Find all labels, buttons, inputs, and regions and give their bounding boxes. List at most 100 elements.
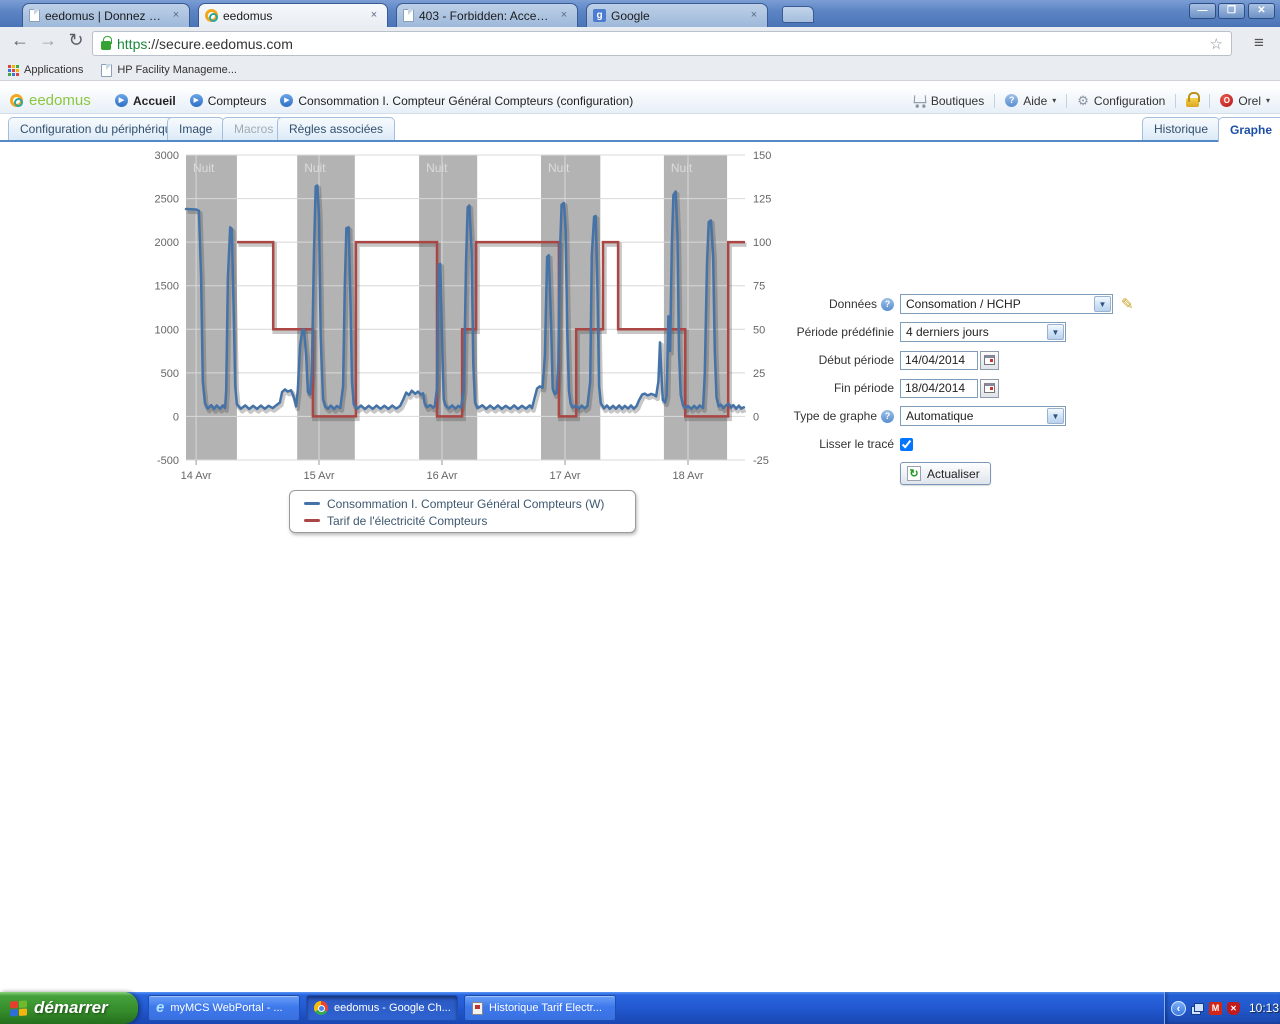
breadcrumb-device[interactable]: ▶ Consommation I. Compteur Général Compt… — [280, 94, 633, 108]
help-icon[interactable]: ? — [881, 298, 894, 311]
periode-select[interactable]: 4 derniers jours ▼ — [900, 322, 1066, 342]
svg-text:0: 0 — [753, 411, 759, 423]
debut-label: Début période — [788, 353, 894, 367]
eedomus-header: eedomus ▶ Accueil ▶ Compteurs ▶ Consomma… — [0, 88, 1280, 114]
legend-swatch-red — [304, 519, 320, 522]
tab-close-icon[interactable]: × — [747, 9, 761, 23]
forward-button[interactable]: → — [36, 30, 60, 51]
row-fin: Fin période — [788, 378, 1158, 398]
new-tab-button[interactable] — [782, 6, 814, 23]
close-window-button[interactable]: ✕ — [1248, 3, 1275, 19]
menu-boutiques[interactable]: Boutiques — [914, 94, 984, 108]
dropdown-arrow-icon[interactable]: ▼ — [1047, 324, 1064, 340]
reload-button[interactable]: ↻ — [64, 30, 88, 51]
menu-configuration[interactable]: ⚙ Configuration — [1077, 93, 1165, 109]
tab-graphe-active[interactable]: Graphe — [1218, 117, 1280, 142]
type-graphe-select[interactable]: Automatique ▼ — [900, 406, 1066, 426]
gear-icon: ⚙ — [1077, 93, 1089, 109]
legend-item-consumption[interactable]: Consommation I. Compteur Général Compteu… — [304, 495, 635, 512]
tab-close-icon[interactable]: × — [557, 9, 571, 23]
tab-title: eedomus | Donnez de l'intelli — [45, 9, 164, 23]
network-icon[interactable] — [1191, 1003, 1204, 1014]
system-tray: ‹ M ✕ 10:13 — [1164, 992, 1280, 1024]
device-tabs-row: Configuration du périphérique Image Macr… — [0, 116, 1280, 141]
browser-tab-2-active[interactable]: eedomus × — [198, 3, 388, 27]
calendar-icon — [984, 355, 995, 365]
actualiser-button[interactable]: ↻ Actualiser — [900, 462, 991, 485]
bookmark-item[interactable]: HP Facility Manageme... — [101, 64, 237, 77]
menu-user[interactable]: O Orel ▾ — [1220, 94, 1270, 108]
windows-logo-icon — [10, 1000, 27, 1016]
separator — [1209, 94, 1210, 108]
menu-lock[interactable] — [1186, 94, 1199, 107]
bookmark-star-icon[interactable]: ☆ — [1210, 35, 1223, 53]
lisser-label: Lisser le tracé — [788, 437, 894, 451]
lisser-checkbox[interactable] — [900, 438, 913, 451]
browser-tab-4[interactable]: g Google × — [586, 3, 768, 27]
legend-item-tariff[interactable]: Tarif de l'électricité Compteurs — [304, 512, 635, 529]
windows-taskbar: démarrer e myMCS WebPortal - ... eedomus… — [0, 992, 1280, 1024]
tab-historique[interactable]: Historique — [1142, 117, 1220, 140]
edit-pencil-icon[interactable]: ✎ — [1121, 295, 1134, 313]
restore-button[interactable]: ❐ — [1218, 3, 1245, 19]
chevron-down-icon: ▾ — [1266, 96, 1270, 105]
calendar-button[interactable] — [980, 351, 999, 370]
taskbar-button-mymcs[interactable]: e myMCS WebPortal - ... — [148, 995, 300, 1021]
row-debut: Début période — [788, 350, 1158, 370]
tab-macros: Macros — [222, 117, 285, 140]
refresh-icon: ↻ — [907, 466, 921, 481]
tab-close-icon[interactable]: × — [169, 9, 183, 23]
fin-date-input[interactable] — [900, 379, 978, 398]
https-lock-icon — [101, 41, 111, 50]
svg-text:25: 25 — [753, 368, 765, 380]
lock-icon — [1186, 98, 1199, 107]
back-button[interactable]: ← — [8, 30, 32, 51]
mcafee-icon[interactable]: M — [1209, 1002, 1222, 1015]
svg-text:1000: 1000 — [155, 324, 179, 336]
svg-text:Nuit: Nuit — [548, 161, 570, 175]
svg-text:75: 75 — [753, 281, 765, 293]
separator — [994, 94, 995, 108]
chevron-down-icon: ▾ — [1052, 96, 1056, 105]
breadcrumb-compteurs[interactable]: ▶ Compteurs — [190, 94, 267, 108]
separator — [1175, 94, 1176, 108]
eedomus-logo-text: eedomus — [29, 92, 91, 109]
separator — [1066, 94, 1067, 108]
breadcrumb-accueil[interactable]: ▶ Accueil — [115, 94, 176, 108]
taskbar-button-eedomus-active[interactable]: eedomus - Google Ch... — [306, 995, 458, 1021]
security-shield-icon[interactable]: ✕ — [1227, 1002, 1240, 1015]
tab-title: Google — [611, 9, 742, 23]
debut-date-input[interactable] — [900, 351, 978, 370]
tab-title: 403 - Forbidden: Access is d — [419, 9, 552, 23]
tray-chevron-icon[interactable]: ‹ — [1171, 1001, 1186, 1016]
row-periode: Période prédéfinie 4 derniers jours ▼ — [788, 322, 1158, 342]
eedomus-logo[interactable]: eedomus — [10, 92, 115, 109]
browser-tab-3[interactable]: 403 - Forbidden: Access is d × — [396, 3, 578, 27]
browser-tab-1[interactable]: eedomus | Donnez de l'intelli × — [22, 3, 190, 27]
row-type: Type de graphe ? Automatique ▼ — [788, 406, 1158, 426]
graph-settings-panel: Données ? Consomation / HCHP ▼ ✎ Période… — [788, 294, 1158, 493]
google-favicon: g — [593, 9, 606, 22]
eedomus-favicon — [205, 9, 218, 22]
tab-configuration-peripherique[interactable]: Configuration du périphérique — [8, 117, 190, 140]
power-icon: O — [1220, 94, 1233, 107]
svg-text:Nuit: Nuit — [304, 161, 326, 175]
taskbar-button-historique[interactable]: Historique Tarif Electr... — [464, 995, 616, 1021]
help-icon[interactable]: ? — [881, 410, 894, 423]
dropdown-arrow-icon[interactable]: ▼ — [1094, 296, 1111, 312]
start-button[interactable]: démarrer — [0, 992, 138, 1024]
apps-shortcut[interactable]: Applications — [8, 64, 83, 76]
chrome-menu-icon[interactable]: ≡ — [1244, 32, 1274, 55]
minimize-button[interactable]: — — [1189, 3, 1216, 19]
tab-regles-associees[interactable]: Règles associées — [277, 117, 395, 140]
tab-close-icon[interactable]: × — [367, 9, 381, 23]
help-icon: ? — [1005, 94, 1018, 107]
calendar-button[interactable] — [980, 379, 999, 398]
tab-image[interactable]: Image — [167, 117, 224, 140]
dropdown-arrow-icon[interactable]: ▼ — [1047, 408, 1064, 424]
periode-label: Période prédéfinie — [788, 325, 894, 339]
address-bar[interactable]: https://secure.eedomus.com ☆ — [92, 31, 1232, 56]
donnees-select[interactable]: Consomation / HCHP ▼ — [900, 294, 1113, 314]
page-favicon — [29, 9, 40, 22]
menu-aide[interactable]: ? Aide ▾ — [1005, 94, 1056, 108]
